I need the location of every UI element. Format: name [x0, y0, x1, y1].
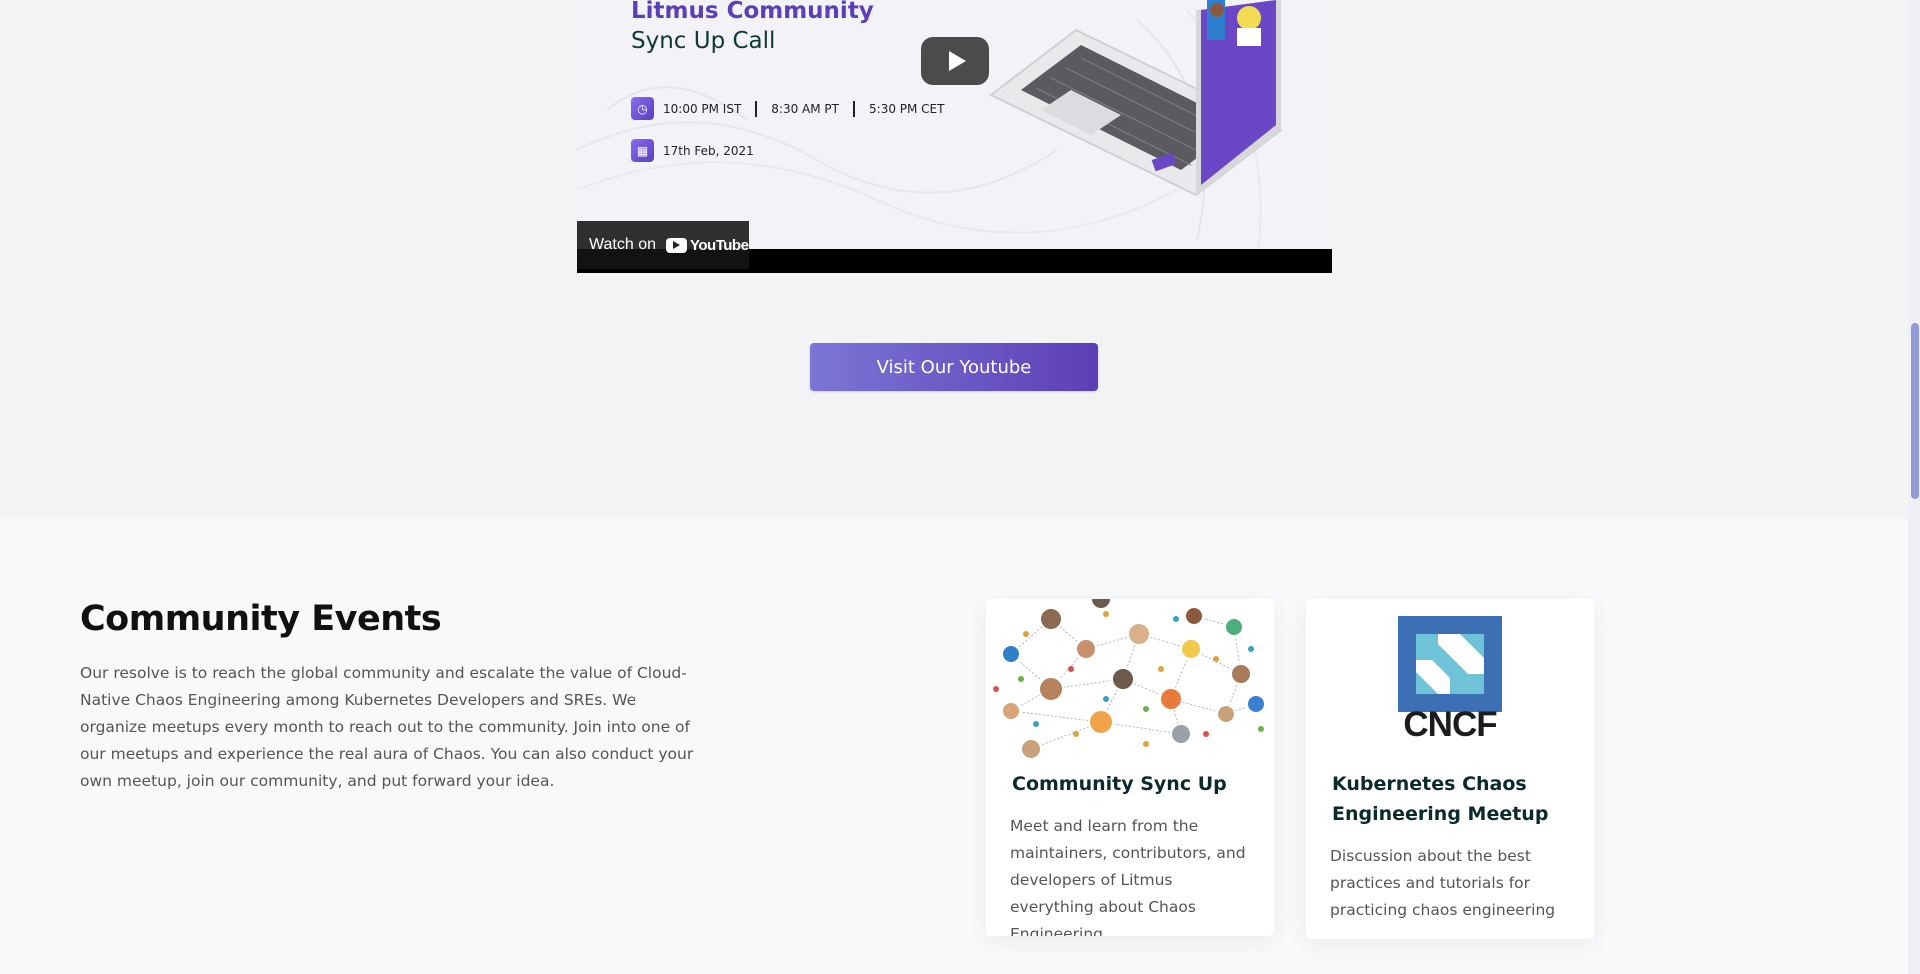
watch-on-label: Watch on	[589, 236, 656, 253]
youtube-play-icon	[666, 237, 687, 253]
clock-icon: ◷	[631, 97, 654, 120]
time-pt: 8:30 AM PT	[771, 101, 840, 116]
watch-on-youtube-link[interactable]: Watch on YouTube	[577, 221, 749, 269]
section-description: Our resolve is to reach the global commu…	[80, 664, 694, 790]
visit-youtube-button[interactable]: Visit Our Youtube	[810, 343, 1098, 391]
network-illustration	[986, 599, 1274, 760]
card-description: Meet and learn from the maintainers, con…	[1010, 817, 1246, 936]
video-date-row: ▦ 17th Feb, 2021	[631, 139, 754, 162]
time-ist: 10:00 PM IST	[663, 101, 742, 116]
scrollbar-thumb[interactable]	[1911, 323, 1919, 499]
youtube-wordmark: YouTube	[690, 236, 749, 254]
cncf-logo-text: CNCF	[1403, 705, 1497, 744]
video-title-line2: Sync Up Call	[631, 28, 776, 54]
video-time-row: ◷ 10:00 PM IST 8:30 AM PT 5:30 PM CET	[631, 97, 944, 120]
cncf-logo-area: CNCF	[1306, 599, 1594, 759]
laptop-illustration	[989, 0, 1283, 197]
calendar-icon: ▦	[631, 139, 654, 162]
section-title: Community Events	[80, 599, 442, 639]
event-card-kubernetes-chaos-meetup[interactable]: CNCF Kubernetes Chaos Engineering Meetup…	[1306, 599, 1594, 939]
play-icon	[948, 51, 966, 71]
cncf-logo-icon	[1398, 616, 1502, 712]
youtube-logo: YouTube	[666, 236, 749, 254]
time-cet: 5:30 PM CET	[869, 101, 945, 116]
divider	[853, 100, 856, 117]
divider	[755, 100, 758, 117]
video-title-line1: Litmus Community	[631, 0, 874, 24]
page-scrollbar[interactable]	[1908, 0, 1920, 974]
card-description: Discussion about the best practices and …	[1330, 847, 1556, 919]
people-network-image	[993, 599, 1266, 760]
youtube-embed[interactable]: Litmus Community Sync Up Call ◷ 10:00 PM…	[577, 0, 1332, 273]
card-title: Community Sync Up	[1012, 773, 1227, 795]
community-events-section: Community Events Our resolve is to reach…	[0, 519, 1908, 974]
video-date: 17th Feb, 2021	[663, 143, 754, 158]
play-button[interactable]	[921, 37, 989, 85]
card-title: Kubernetes Chaos Engineering Meetup	[1332, 773, 1549, 825]
event-card-community-sync-up[interactable]: Community Sync Up Meet and learn from th…	[986, 599, 1274, 936]
video-section: Litmus Community Sync Up Call ◷ 10:00 PM…	[0, 0, 1908, 519]
